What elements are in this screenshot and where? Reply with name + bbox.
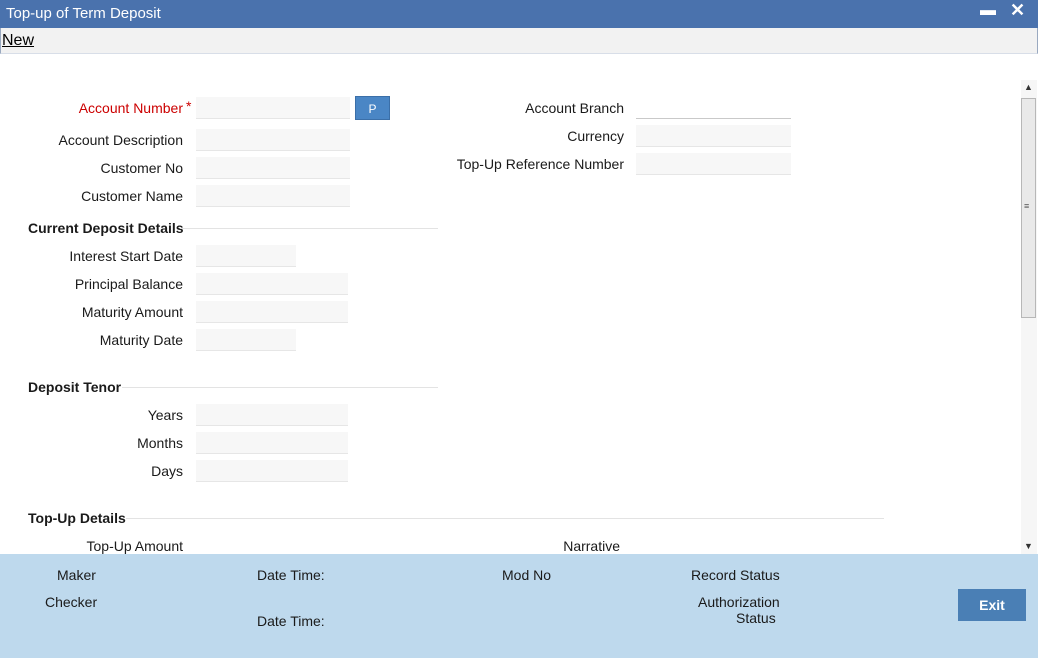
current-deposit-details-header: Current Deposit Details [28,220,184,236]
scroll-up-arrow-icon[interactable]: ▲ [1024,82,1033,92]
principal-balance-input[interactable] [196,273,348,295]
maturity-amount-label: Maturity Amount [81,304,183,320]
days-input[interactable] [196,460,348,482]
authorization-status-label-line2: Status [736,610,776,626]
interest-start-date-label: Interest Start Date [69,248,183,264]
mod-no-label: Mod No [502,567,552,583]
form-content: Account Number * P Account Description C… [0,54,1038,554]
customer-name-input[interactable] [196,185,350,207]
years-input[interactable] [196,404,348,426]
record-status-label: Record Status [691,567,780,583]
minimize-icon[interactable]: ▬ [980,2,996,20]
checker-date-time-label: Date Time: [257,613,325,629]
required-marker: * [186,98,192,114]
section-divider [122,387,438,388]
account-branch-input[interactable] [636,97,791,119]
authorization-status-label-line1: Authorization [698,594,780,610]
customer-name-label: Customer Name [81,188,183,204]
account-description-label: Account Description [58,132,183,148]
topup-amount-label: Top-Up Amount [86,538,184,554]
topup-reference-input[interactable] [636,153,791,175]
principal-balance-label: Principal Balance [74,276,183,292]
maturity-amount-input[interactable] [196,301,348,323]
currency-label: Currency [567,128,624,144]
scroll-down-arrow-icon[interactable]: ▼ [1024,541,1033,551]
scroll-grip-icon: ≡ [1024,201,1030,211]
years-label: Years [147,407,183,423]
deposit-tenor-header: Deposit Tenor [28,379,122,395]
section-divider [180,228,438,229]
exit-button[interactable]: Exit [958,589,1026,621]
topup-reference-label: Top-Up Reference Number [456,156,624,172]
account-description-input[interactable] [196,129,350,151]
currency-input[interactable] [636,125,791,147]
window-titlebar: Top-up of Term Deposit ▬ ✕ [0,0,1038,28]
customer-no-input[interactable] [196,157,350,179]
maturity-date-input[interactable] [196,329,296,351]
window-title: Top-up of Term Deposit [6,5,161,22]
months-label: Months [137,435,183,451]
new-link[interactable]: New [2,32,34,50]
close-icon[interactable]: ✕ [1010,0,1025,21]
maturity-date-label: Maturity Date [99,332,183,348]
narrative-label: Narrative [563,538,620,554]
topup-details-header: Top-Up Details [28,510,126,526]
audit-footer: Maker Checker Date Time: Date Time: Mod … [0,554,1038,658]
menu-bar: New [0,28,1038,54]
days-label: Days [151,463,183,479]
interest-start-date-input[interactable] [196,245,296,267]
account-number-input[interactable] [196,97,350,119]
checker-label: Checker [45,594,98,610]
account-lookup-button[interactable]: P [355,96,390,120]
months-input[interactable] [196,432,348,454]
customer-no-label: Customer No [100,160,183,176]
section-divider [126,518,884,519]
maker-date-time-label: Date Time: [257,567,325,583]
account-number-label: Account Number [78,100,183,116]
maker-label: Maker [57,567,96,583]
account-branch-label: Account Branch [525,100,624,116]
